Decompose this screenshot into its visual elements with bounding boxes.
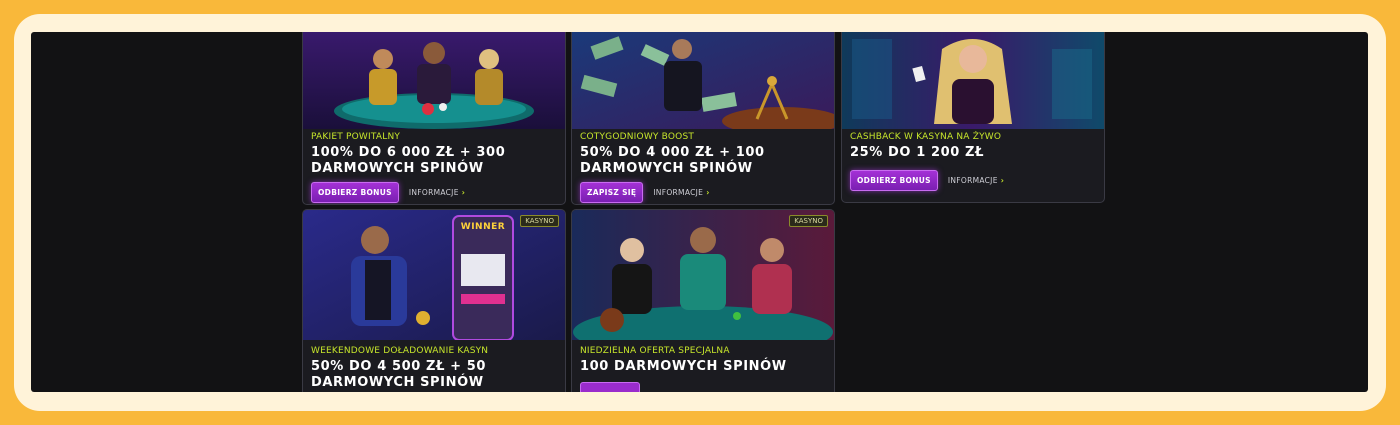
chevron-right-icon: › (1000, 176, 1005, 185)
promo-card-welcome[interactable]: PAKIET POWITALNY 100% DO 6 000 ZŁ + 300 … (302, 32, 566, 205)
promo-card-weekly-boost[interactable]: COTYGODNIOWY BOOST 50% DO 4 000 ZŁ + 100… (571, 32, 835, 205)
info-link-label: INFORMACJE (947, 176, 998, 185)
claim-bonus-button[interactable]: ODBIERZ BONUS (311, 182, 399, 203)
chevron-right-icon: › (461, 188, 466, 197)
promo-card-weekend-reload[interactable]: KASYNO WINNER WEEKENDOWE DOŁADOWANIE KAS… (302, 209, 566, 392)
slot-sign-text: WINNER (460, 222, 506, 232)
promo-title-line2: DARMOWYCH SPINÓW (311, 375, 484, 390)
promo-title: 50% DO 4 500 ZŁ + 50 DARMOWYCH SPINÓW (311, 359, 557, 391)
promo-category: CASHBACK W KASYNA NA ŻYWO (850, 132, 1002, 142)
promo-category: PAKIET POWITALNY (311, 132, 401, 142)
promo-card-sunday-special[interactable]: KASYNO NIEDZIELNA OFERTA SPECJALNA 100 D… (571, 209, 835, 392)
promo-title: 100% DO 6 000 ZŁ + 300 DARMOWYCH SPINÓW (311, 145, 557, 177)
info-link-label: INFORMACJE (653, 188, 704, 197)
sign-up-button[interactable]: ZAPISZ SIĘ (580, 182, 644, 203)
promo-image-money-rain (572, 32, 834, 129)
promo-title-line1: 25% DO 1 200 ZŁ (850, 145, 985, 160)
promo-category: WEEKENDOWE DOŁADOWANIE KASYN (311, 346, 489, 356)
promo-title-line2: DARMOWYCH SPINÓW (580, 161, 753, 176)
promo-title: 25% DO 1 200 ZŁ (850, 145, 1096, 161)
category-badge: KASYNO (789, 215, 828, 227)
promo-title-line1: 100 DARMOWYCH SPINÓW (580, 359, 787, 374)
promo-card-cashback[interactable]: CASHBACK W KASYNA NA ŻYWO 25% DO 1 200 Z… (841, 32, 1105, 203)
info-link-label: INFORMACJE (408, 188, 459, 197)
chevron-right-icon: › (706, 188, 710, 197)
claim-bonus-button[interactable]: ODBIERZ BONUS (850, 170, 938, 191)
promo-title: 50% DO 4 000 ZŁ + 100 DARMOWYCH SPINÓW (580, 145, 826, 177)
promo-image-woman-cards (842, 32, 1104, 129)
promo-title-line1: 50% DO 4 500 ZŁ + 50 (311, 359, 487, 374)
promo-title-line2: DARMOWYCH SPINÓW (311, 161, 484, 176)
promo-image-slot-machine: KASYNO WINNER (303, 210, 565, 340)
promo-title-line1: 100% DO 6 000 ZŁ + 300 (311, 145, 506, 160)
promo-category: NIEDZIELNA OFERTA SPECJALNA (580, 346, 730, 356)
promo-image-roulette-table: KASYNO (572, 210, 834, 340)
promo-title-line1: 50% DO 4 000 ZŁ + 100 (580, 145, 765, 160)
promo-category: COTYGODNIOWY BOOST (580, 132, 695, 142)
claim-bonus-button[interactable] (580, 382, 640, 392)
info-link[interactable]: INFORMACJE › (653, 188, 709, 197)
promo-title: 100 DARMOWYCH SPINÓW (580, 359, 826, 375)
category-badge: KASYNO (520, 215, 559, 227)
info-link[interactable]: INFORMACJE › (409, 188, 465, 197)
promo-image-poker-table (303, 32, 565, 129)
info-link[interactable]: INFORMACJE › (948, 176, 1004, 185)
promotions-viewport: PAKIET POWITALNY 100% DO 6 000 ZŁ + 300 … (31, 32, 1368, 392)
